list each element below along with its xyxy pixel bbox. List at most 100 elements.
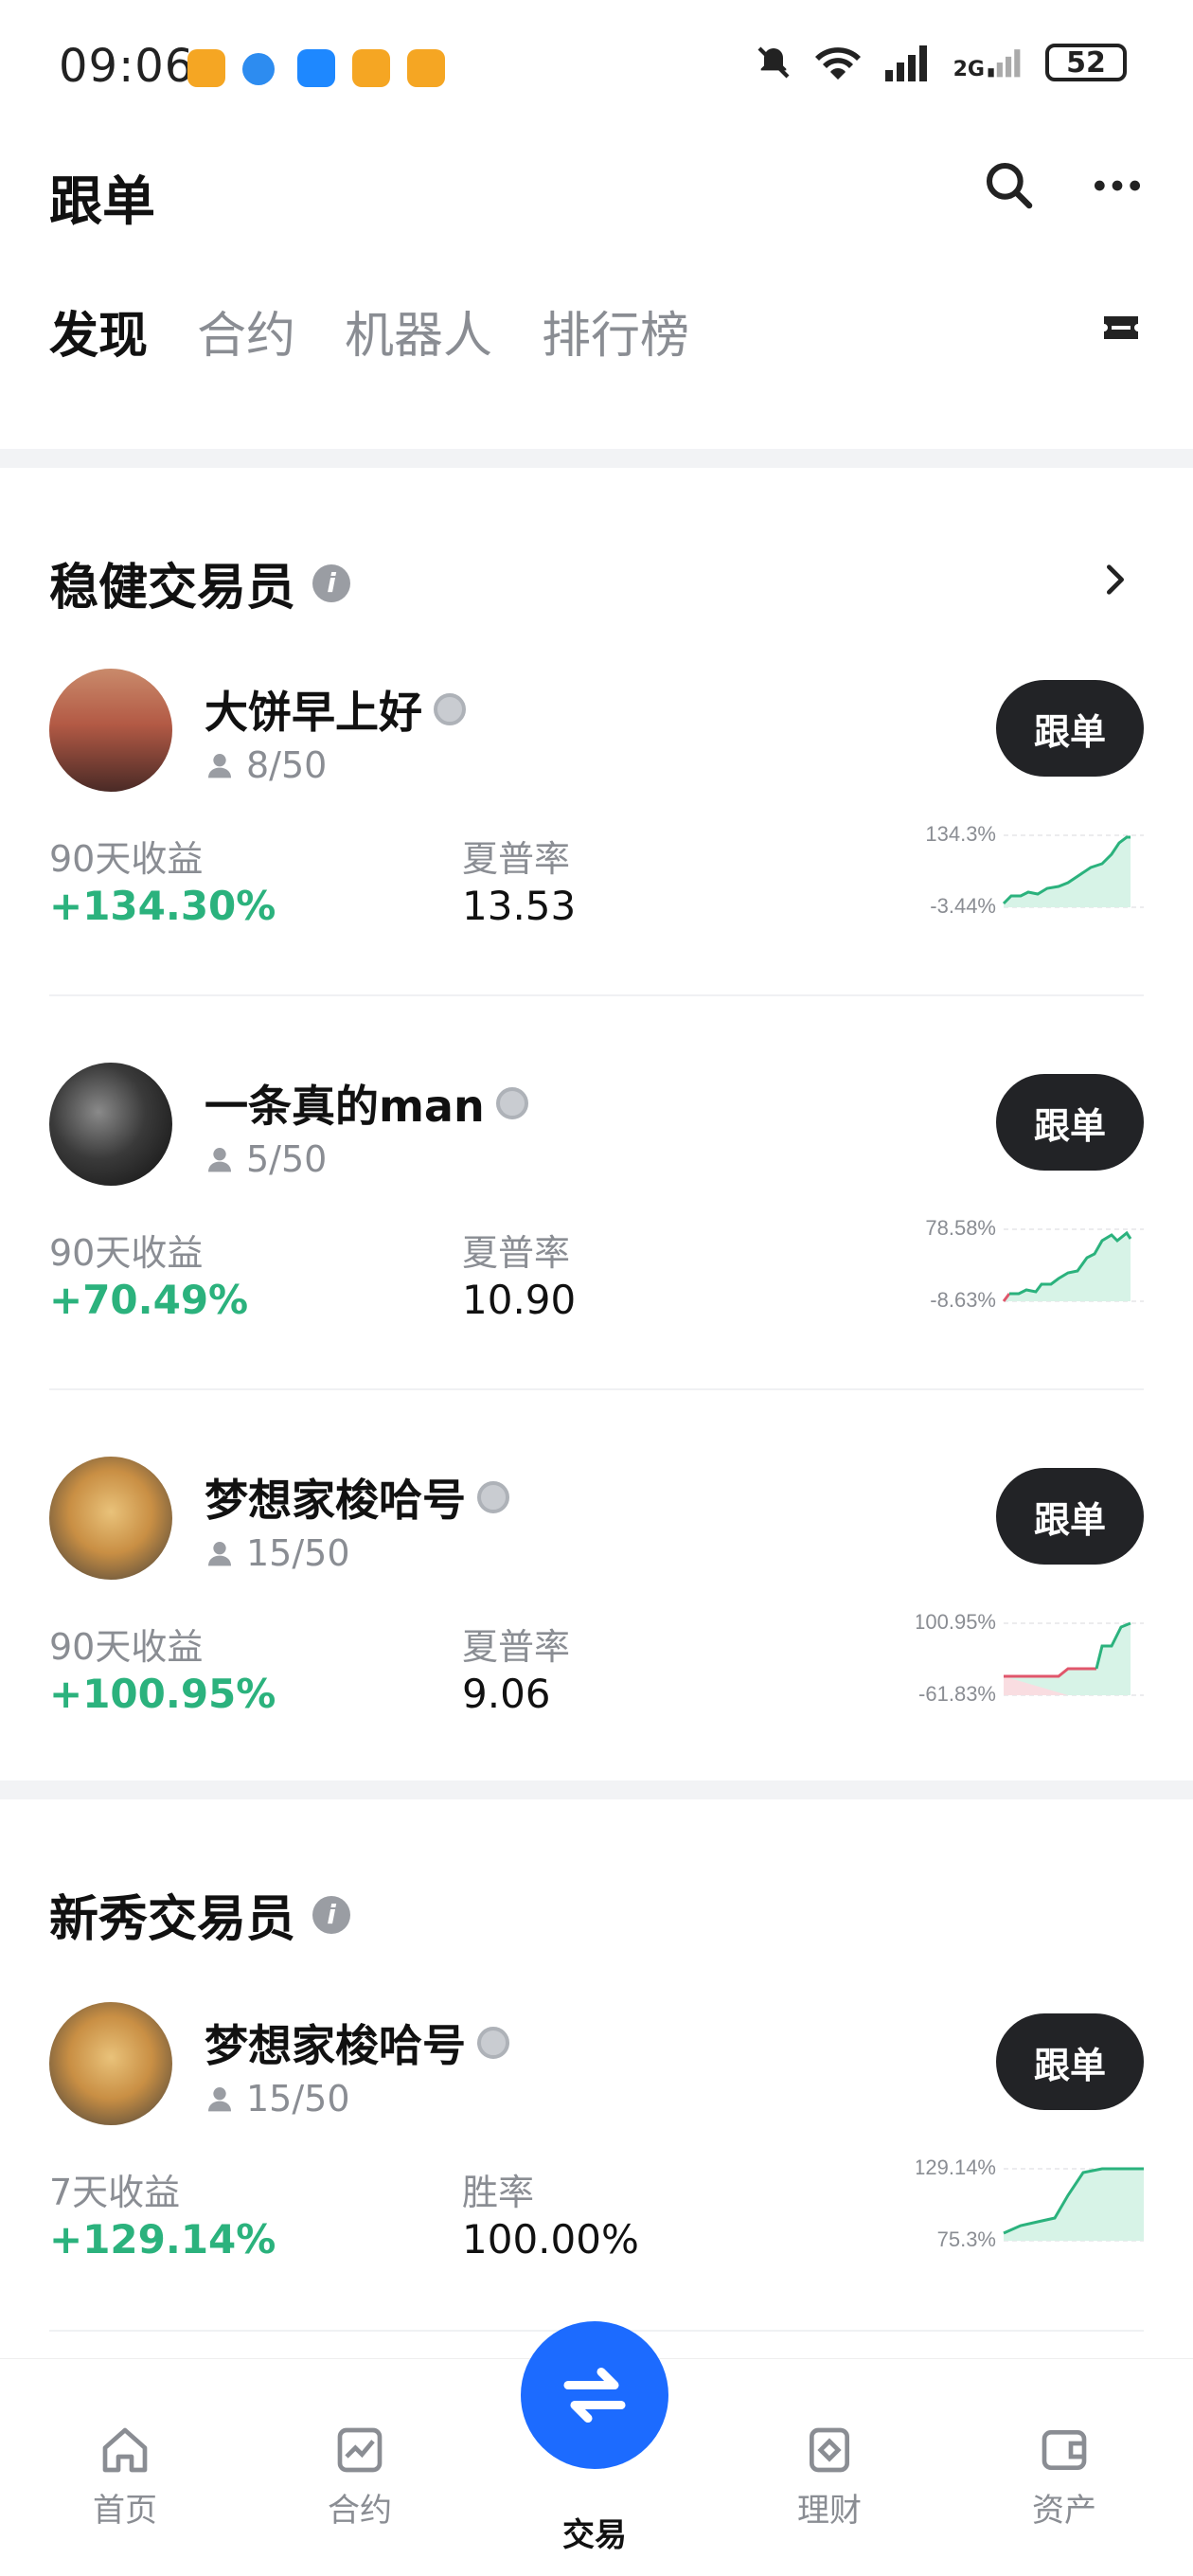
medal-icon	[434, 693, 466, 725]
browser-notification-icon	[242, 53, 275, 85]
weibo-notification-icon	[407, 49, 445, 87]
avatar[interactable]	[49, 669, 172, 792]
follow-button[interactable]: 跟单	[996, 1468, 1144, 1565]
sparkline-chart: 134.3% -3.44%	[925, 822, 1144, 918]
tab-contract[interactable]: 合约	[197, 295, 295, 367]
trader-card[interactable]: 一条真的man 5/50 跟单 90天收益 +70.49% 夏普率 10.90 …	[49, 1063, 1144, 1451]
nav-label: 理财	[797, 2492, 862, 2530]
weather-notification-icon	[297, 49, 335, 87]
sparkline-chart: 78.58% -8.63%	[925, 1216, 1144, 1312]
avatar[interactable]	[49, 2002, 172, 2125]
return-value: +70.49%	[49, 1277, 249, 1323]
more-icon[interactable]	[1091, 159, 1144, 212]
medal-icon	[477, 2027, 509, 2059]
header-actions	[983, 159, 1144, 212]
user-icon	[208, 1148, 231, 1172]
follow-button[interactable]: 跟单	[996, 2013, 1144, 2110]
bottom-navigation: 首页 合约 交易 理财 资产	[0, 2321, 1193, 2576]
nav-assets[interactable]: 资产	[998, 2424, 1131, 2531]
section-title-rookie: 新秀交易员 i	[49, 1879, 351, 1950]
metric-label: 夏普率	[462, 838, 571, 880]
trader-card[interactable]: 大饼早上好 8/50 跟单 90天收益 +134.30% 夏普率 13.53 1…	[49, 669, 1144, 1057]
metric-label: 夏普率	[462, 1232, 571, 1274]
win-rate-value: 100.00%	[462, 2216, 639, 2263]
follow-button[interactable]: 跟单	[996, 680, 1144, 777]
avatar[interactable]	[49, 1063, 172, 1186]
section-title-text: 新秀交易员	[49, 1891, 296, 1948]
row-separator	[49, 994, 1144, 996]
trader-name: 大饼早上好	[205, 678, 466, 741]
trader-name: 梦想家梭哈号	[205, 2012, 509, 2074]
chart-min-label: -61.83%	[918, 1682, 996, 1706]
nav-home[interactable]: 首页	[59, 2424, 191, 2531]
follower-count: 8/50	[205, 744, 327, 786]
metric-label: 90天收益	[49, 1626, 204, 1668]
user-icon	[208, 754, 231, 778]
tab-ranking[interactable]: 排行榜	[542, 295, 689, 367]
info-icon[interactable]: i	[312, 564, 351, 602]
chart-max-label: 78.58%	[925, 1216, 996, 1240]
chart-icon	[337, 2427, 383, 2473]
section-divider	[0, 449, 1193, 468]
battery-indicator: 52	[1045, 44, 1127, 81]
avatar[interactable]	[49, 1457, 172, 1580]
metric-label: 胜率	[462, 2172, 535, 2213]
trade-button[interactable]	[521, 2321, 668, 2469]
wifi-icon	[814, 47, 861, 80]
follow-button[interactable]: 跟单	[996, 1074, 1144, 1171]
follower-count: 5/50	[205, 1138, 327, 1180]
finance-icon	[810, 2427, 849, 2473]
chart-max-label: 129.14%	[917, 2156, 996, 2179]
medal-icon	[477, 1481, 509, 1513]
sharpe-value: 13.53	[462, 883, 577, 929]
metric-label: 90天收益	[49, 1232, 204, 1274]
status-bar: 09:06 2G 52	[0, 0, 1193, 133]
follower-count: 15/50	[205, 2078, 350, 2120]
tab-bar: 发现 合约 机器人 排行榜	[49, 295, 689, 367]
chart-max-label: 100.95%	[917, 1610, 996, 1634]
swap-icon	[563, 2367, 626, 2424]
user-icon	[208, 1542, 231, 1566]
metric-label: 夏普率	[462, 1626, 571, 1668]
sparkline-chart: 129.14% 75.3%	[917, 2156, 1144, 2251]
ticket-icon[interactable]	[1098, 305, 1144, 350]
nav-label: 资产	[1032, 2492, 1096, 2530]
signal-2g-indicator: 2G	[953, 44, 1024, 81]
signal-icon	[988, 49, 1021, 78]
return-value: +100.95%	[49, 1671, 276, 1717]
status-time: 09:06	[59, 40, 195, 93]
nav-label: 合约	[328, 2492, 392, 2530]
sharpe-value: 10.90	[462, 1277, 577, 1323]
mute-bell-icon	[757, 46, 790, 79]
section-divider	[0, 1780, 1193, 1799]
trader-name: 一条真的man	[205, 1072, 528, 1135]
tab-discover[interactable]: 发现	[49, 295, 148, 367]
sparkline-chart: 100.95% -61.83%	[917, 1610, 1144, 1706]
row-separator	[49, 1388, 1144, 1390]
chevron-right-icon[interactable]	[1096, 561, 1134, 599]
chart-max-label: 134.3%	[925, 822, 996, 846]
signal-icon	[884, 45, 927, 81]
user-icon	[208, 2087, 231, 2112]
info-icon[interactable]: i	[312, 1895, 351, 1934]
nav-label-trade[interactable]: 交易	[521, 2509, 668, 2555]
section-title-text: 稳健交易员	[49, 560, 296, 617]
trader-name: 梦想家梭哈号	[205, 1466, 509, 1529]
page-title: 跟单	[49, 171, 155, 233]
weibo-notification-icon	[187, 49, 225, 87]
return-value: +129.14%	[49, 2216, 276, 2263]
metric-label: 90天收益	[49, 838, 204, 880]
return-value: +134.30%	[49, 883, 276, 929]
tab-robot[interactable]: 机器人	[345, 295, 492, 367]
weibo-notification-icon	[352, 49, 390, 87]
nav-contract[interactable]: 合约	[294, 2424, 426, 2531]
nav-finance[interactable]: 理财	[763, 2424, 896, 2531]
chart-min-label: -3.44%	[930, 894, 996, 918]
metric-label: 7天收益	[49, 2172, 181, 2213]
nav-label: 首页	[93, 2492, 157, 2530]
search-icon[interactable]	[983, 159, 1036, 212]
follower-count: 15/50	[205, 1532, 350, 1574]
chart-min-label: 75.3%	[937, 2227, 996, 2251]
wallet-icon	[1042, 2430, 1087, 2470]
chart-min-label: -8.63%	[930, 1288, 996, 1312]
